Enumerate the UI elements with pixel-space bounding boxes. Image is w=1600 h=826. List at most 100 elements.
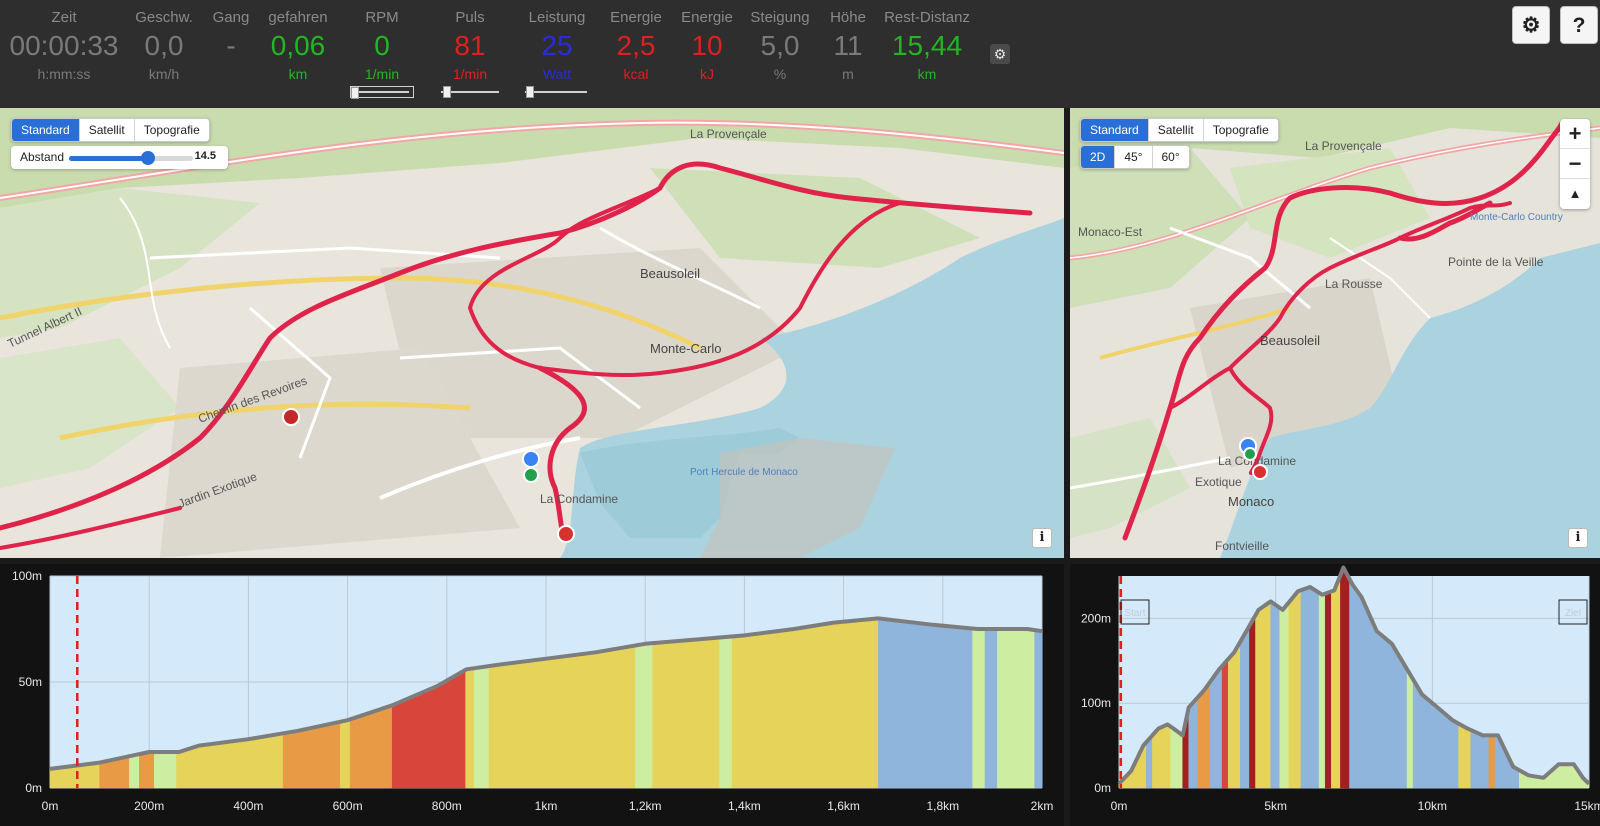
map-label-la-provencale: La Provençale [690,127,767,141]
elevation-chart-detail-svg: 0m 200m 400m 600m 800m 1km 1,2km 1,4km 1,6km 1,8k… [12,569,1053,813]
elevation-segment [1255,600,1271,789]
elevation-segment [1488,735,1496,789]
map2-start-marker [1243,447,1257,461]
elevation-segment [1458,723,1471,789]
elevation-segment [488,645,636,789]
elevation-segment [1406,668,1414,789]
view-2d-button[interactable]: 2D [1081,146,1116,168]
gear-icon: ⚙ [1521,14,1541,37]
elevation-segment [473,665,490,789]
power-slider[interactable] [525,86,587,98]
elevation-segment [1249,614,1256,789]
elevation-chart-overview[interactable]: 0m 5km 10km 15km 0m 100m 200m Start Ziel [1070,564,1600,826]
elevation-segment [1331,575,1341,789]
map2-label-pointe: Pointe de la Veille [1448,255,1544,269]
stat-unit: km/h [148,66,180,82]
info-icon: i [1575,530,1581,545]
elevation-segment [1279,601,1290,789]
elevation-segment [1470,729,1490,789]
elevation-segment [1240,624,1250,789]
x-tick-label: 1,8km [926,799,959,813]
start-label: Start [1124,608,1145,619]
map2-label-fontvieille: Fontvieille [1215,539,1269,553]
map-2d-canvas: Beausoleil La Rousse Monaco La Condamine… [1070,108,1600,558]
stats-bar: Zeit 00:00:33 h:mm:ss Geschw. 0,0 km/h Gang - ge… [0,0,1600,108]
map-3d-canvas: Beausoleil Monte-Carlo La Provençale Tun… [0,108,1064,558]
map-label-monte-carlo: Monte-Carlo [650,341,722,356]
puls-slider[interactable] [441,86,499,98]
power-slider-track [525,91,587,93]
distance-slider-fill [69,156,148,161]
map2-label-monaco-est: Monaco-Est [1078,225,1143,239]
distance-control: Abstand 14.5 [11,146,228,169]
elevation-segment [129,753,140,789]
compass-icon[interactable]: ▲ [1560,179,1590,209]
elevation-segment [972,628,986,789]
elevation-segment [731,618,879,789]
map-2d-view-switch: 2D 45° 60° [1080,145,1190,169]
x-tick-label: 0m [1111,799,1128,813]
y-tick-label: 200m [1081,611,1111,625]
start-marker [523,467,539,483]
y-tick-label: 0m [25,781,42,795]
stat-label: Rest-Distanz [884,9,970,26]
elevation-segment [652,637,720,789]
layer-topografie-button[interactable]: Topografie [134,119,209,141]
map2-layer-standard-button[interactable]: Standard [1081,119,1149,141]
map2-end-marker [1252,464,1268,480]
x-tick-label: 1,4km [728,799,761,813]
map2-layer-topografie-button[interactable]: Topografie [1203,119,1278,141]
elevation-segment [1318,592,1326,789]
elevation-segment [1324,591,1332,789]
elevation-segment [719,636,733,789]
view-60-button[interactable]: 60° [1152,146,1189,168]
stats-settings-icon[interactable]: ⚙ [990,44,1010,64]
map-3d-info-button[interactable]: i [1032,528,1052,548]
layer-satellit-button[interactable]: Satellit [79,119,135,141]
map-2d-layer-switch: Standard Satellit Topografie [1080,118,1279,142]
elevation-segment [153,751,177,789]
x-tick-label: 15km [1574,799,1600,813]
stat-11: Rest-Distanz 15,44 km [867,8,987,83]
elevation-chart-overview-svg: 0m 5km 10km 15km 0m 100m 200m Start Ziel [1081,565,1600,813]
map2-layer-satellit-button[interactable]: Satellit [1148,119,1204,141]
help-button[interactable]: ? [1560,6,1598,44]
elevation-segment [997,628,1035,789]
elevation-segment [1300,586,1320,789]
app-root: Zeit 00:00:33 h:mm:ss Geschw. 0,0 km/h Gang - ge… [0,0,1600,826]
elevation-segment [1340,566,1350,789]
map-3d[interactable]: Beausoleil Monte-Carlo La Provençale Tun… [0,108,1064,558]
distance-slider-thumb[interactable] [141,151,155,165]
x-tick-label: 1,2km [629,799,662,813]
map-2d[interactable]: Beausoleil La Rousse Monaco La Condamine… [1070,108,1600,558]
view-45-button[interactable]: 45° [1115,146,1153,168]
zoom-in-button[interactable]: + [1560,119,1590,149]
poi-marker [282,408,300,426]
rpm-slider[interactable] [350,86,414,99]
elevation-chart-detail[interactable]: 0m 200m 400m 600m 800m 1km 1,2km 1,4km 1,6km 1,8k… [0,564,1064,826]
elevation-segment [465,667,475,789]
rpm-slider-thumb[interactable] [351,87,359,99]
layer-standard-button[interactable]: Standard [12,119,80,141]
power-slider-thumb[interactable] [526,86,534,98]
y-tick-label: 0m [1094,781,1111,795]
stat-value: 15,44 [891,30,963,61]
x-tick-label: 5km [1264,799,1287,813]
stat-unit: km [917,66,937,82]
map2-label-country-club: Monte-Carlo Country [1470,212,1563,223]
elevation-segment [1221,658,1229,789]
puls-slider-thumb[interactable] [443,86,451,98]
map-label-beausoleil: Beausoleil [640,266,700,281]
y-tick-label: 50m [19,675,42,689]
y-tick-label: 100m [1081,696,1111,710]
zoom-out-button[interactable]: − [1560,149,1590,179]
settings-button[interactable]: ⚙ [1512,6,1550,44]
x-tick-label: 800m [432,799,462,813]
x-tick-label: 10km [1418,799,1447,813]
elevation-segment [1034,629,1043,789]
x-tick-label: 400m [233,799,263,813]
x-tick-label: 600m [333,799,363,813]
map-2d-info-button[interactable]: i [1568,528,1588,548]
x-tick-label: 1,6km [827,799,860,813]
elevation-segment [1270,600,1280,789]
